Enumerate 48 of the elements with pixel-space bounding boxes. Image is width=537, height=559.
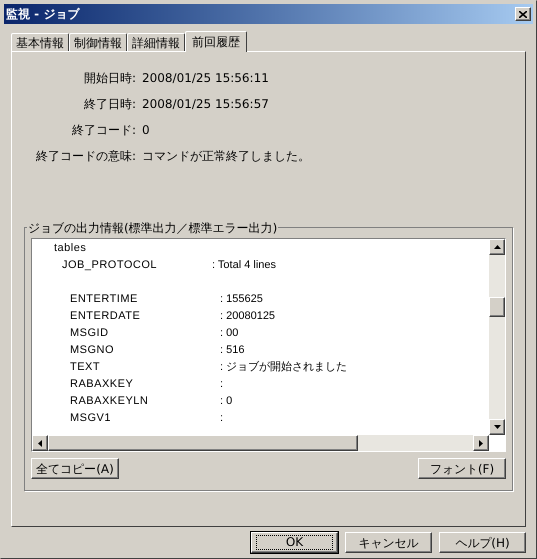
tab[interactable]: 詳細情報 bbox=[127, 33, 185, 51]
output-key: RABAXKEYLN bbox=[70, 393, 220, 410]
dialog-button[interactable]: フォント(F) bbox=[418, 458, 506, 479]
field-label: 開始日時: bbox=[82, 70, 136, 87]
output-value: : 00 bbox=[220, 326, 238, 342]
output-value: : 20080125 bbox=[220, 309, 276, 324]
output-value: : ジョブが開始されました bbox=[220, 360, 348, 376]
close-icon bbox=[519, 10, 527, 18]
output-value: : bbox=[220, 411, 224, 426]
output-value: : 516 bbox=[220, 343, 244, 358]
output-key: TEXT bbox=[70, 359, 220, 376]
up-arrow-icon bbox=[494, 245, 500, 249]
scroll-thumb[interactable] bbox=[489, 297, 505, 317]
tab[interactable]: 基本情報 bbox=[11, 33, 69, 51]
dialog-button[interactable]: ヘルプ(H) bbox=[439, 532, 526, 553]
window-title: 監視 - ジョブ bbox=[6, 6, 80, 23]
field-label: 終了日時: bbox=[82, 96, 136, 113]
output-key: JOB_PROTOCOL bbox=[62, 257, 212, 274]
dialog-button[interactable]: OK bbox=[251, 532, 338, 553]
output-value: : bbox=[220, 377, 224, 392]
dialog-button[interactable]: 全てコピー(A) bbox=[31, 458, 119, 479]
output-key: ENTERDATE bbox=[70, 308, 220, 325]
output-value: : Total 4 lines bbox=[212, 258, 276, 274]
output-value: : 0 bbox=[220, 394, 232, 410]
right-arrow-icon bbox=[479, 440, 483, 446]
down-arrow-icon bbox=[494, 425, 500, 429]
field-value: 2008/01/25 15:56:57 bbox=[142, 96, 270, 113]
field-label: 終了コード: bbox=[70, 122, 136, 139]
group-title: ジョブの出力情報(標準出力／標準エラー出力) bbox=[27, 219, 278, 237]
dialog-button[interactable]: キャンセル bbox=[345, 532, 432, 553]
field-label: 終了コードの意味: bbox=[34, 148, 136, 165]
output-key: ENTERTIME bbox=[70, 291, 220, 308]
field-value: コマンドが正常終了しました。 bbox=[142, 148, 311, 165]
output-key: RABAXKEY bbox=[70, 376, 220, 393]
output-value: : 155625 bbox=[220, 292, 263, 308]
horizontal-scrollbar[interactable] bbox=[32, 435, 489, 451]
tab[interactable]: 制御情報 bbox=[69, 33, 127, 51]
output-key: MSGID bbox=[70, 325, 220, 342]
output-key: MSGNO bbox=[70, 342, 220, 359]
tab[interactable]: 前回履歴 bbox=[185, 31, 247, 52]
left-arrow-icon bbox=[38, 440, 42, 446]
close-button[interactable] bbox=[515, 7, 531, 21]
output-key: tables bbox=[54, 240, 204, 257]
vertical-scrollbar[interactable] bbox=[489, 239, 505, 435]
scroll-thumb[interactable] bbox=[48, 435, 358, 451]
output-key: MSGV1 bbox=[70, 410, 220, 427]
field-value: 0 bbox=[142, 122, 151, 139]
field-value: 2008/01/25 15:56:11 bbox=[142, 70, 270, 87]
